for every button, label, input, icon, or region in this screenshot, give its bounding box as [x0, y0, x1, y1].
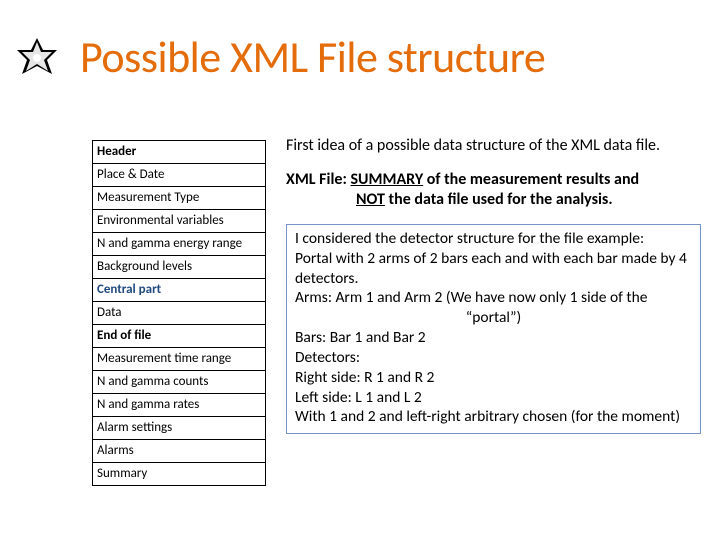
xml-summary: SUMMARY — [350, 170, 423, 189]
box-line: Detectors: — [295, 348, 692, 368]
table-row: Data — [93, 302, 266, 325]
box-line: Portal with 2 arms of 2 bars each and wi… — [295, 249, 692, 289]
box-line: Bars: Bar 1 and Bar 2 — [295, 328, 692, 348]
xml-not: NOT — [356, 190, 385, 210]
table-row: Central part — [93, 279, 266, 302]
box-line: I considered the detector structure for … — [295, 229, 692, 249]
detector-box: I considered the detector structure for … — [286, 224, 701, 434]
xml-not-after: the data file used for the analysis. — [385, 190, 613, 209]
box-line: Right side: R 1 and R 2 — [295, 368, 692, 388]
table-row: N and gamma rates — [93, 394, 266, 417]
table-row: Place & Date — [93, 164, 266, 187]
bullet-star-icon — [12, 36, 62, 86]
box-line: Arms: Arm 1 and Arm 2 (We have now only … — [295, 288, 692, 328]
box-line: With 1 and 2 and left-right arbitrary ch… — [295, 407, 692, 427]
body-text: First idea of a possible data structure … — [286, 136, 701, 434]
table-row: Background levels — [93, 256, 266, 279]
structure-table: HeaderPlace & DateMeasurement TypeEnviro… — [92, 140, 266, 486]
table-row: Alarms — [93, 440, 266, 463]
table-row: Environmental variables — [93, 210, 266, 233]
table-row: Summary — [93, 463, 266, 486]
table-row: N and gamma counts — [93, 371, 266, 394]
slide: Possible XML File structure HeaderPlace … — [0, 0, 720, 540]
table-row: N and gamma energy range — [93, 233, 266, 256]
paragraph-xmlfile: XML File: SUMMARY of the measurement res… — [286, 170, 701, 210]
table-row: Alarm settings — [93, 417, 266, 440]
xml-prefix: XML File: — [286, 170, 350, 189]
table-row: End of file — [93, 325, 266, 348]
paragraph-intro: First idea of a possible data structure … — [286, 136, 701, 156]
box-line: Left side: L 1 and L 2 — [295, 388, 692, 408]
xml-after: of the measurement results and — [423, 170, 639, 189]
table-row: Measurement time range — [93, 348, 266, 371]
slide-title: Possible XML File structure — [80, 30, 545, 84]
table-row: Header — [93, 141, 266, 164]
table-row: Measurement Type — [93, 187, 266, 210]
